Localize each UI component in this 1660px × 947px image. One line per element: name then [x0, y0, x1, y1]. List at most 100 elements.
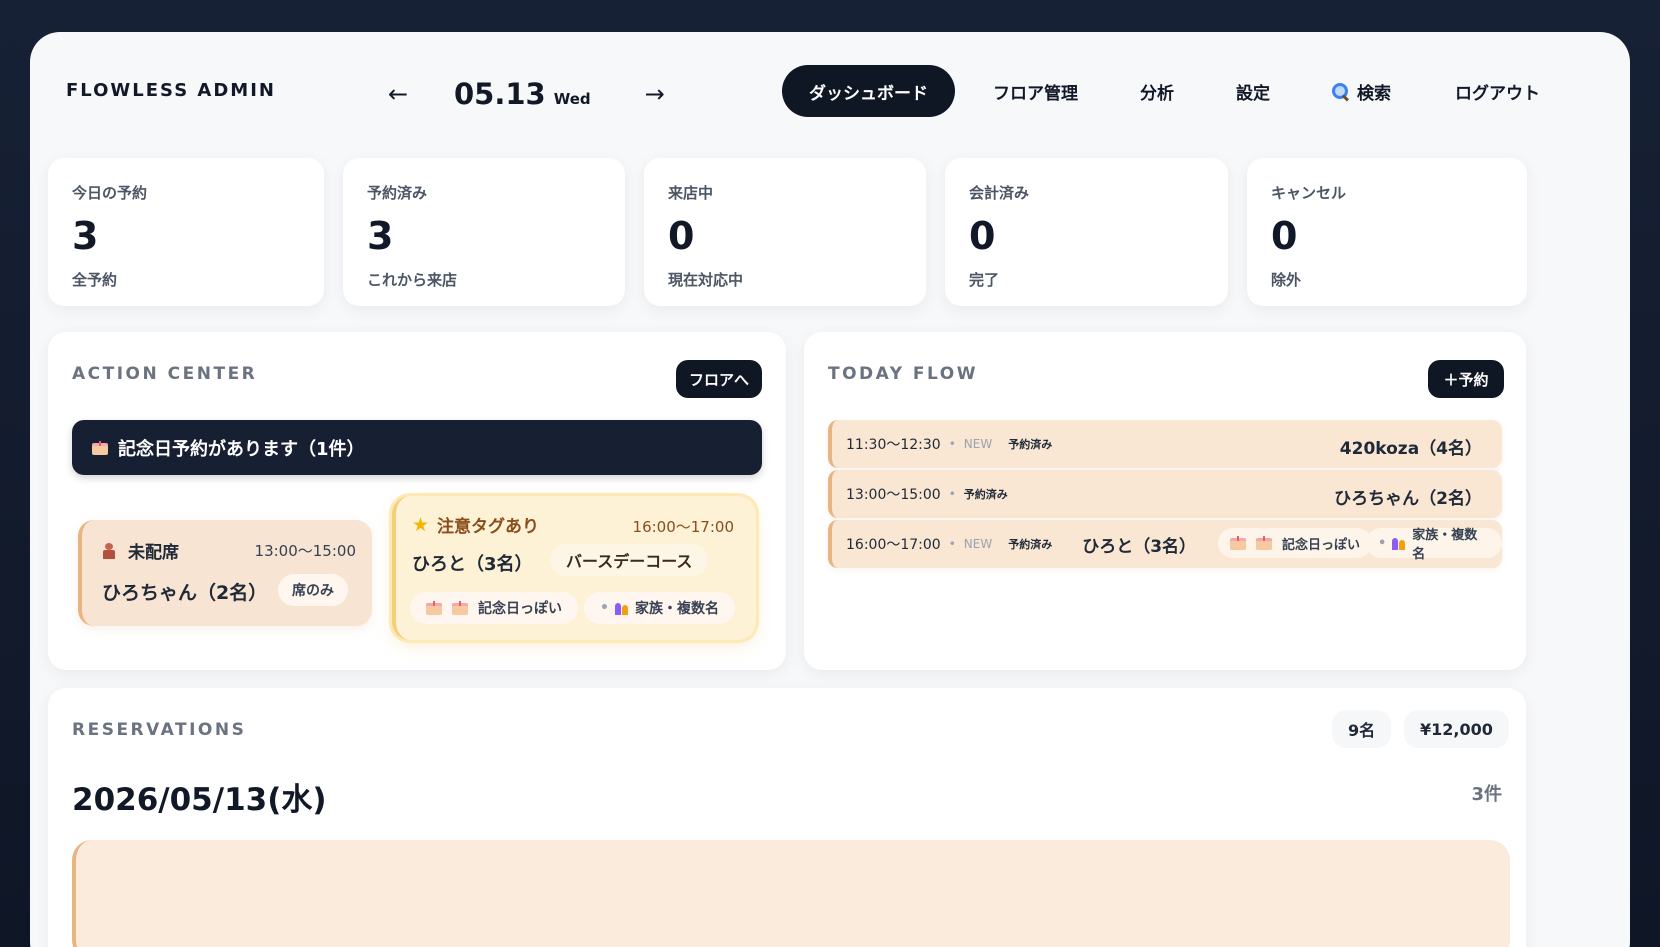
app-window: FLOWLESS ADMIN ← 05.13 Wed → ダッシュボード フロア…: [30, 32, 1630, 947]
stat-sub: 全予約: [72, 271, 118, 289]
reservation-card[interactable]: [72, 840, 1510, 947]
stat-card-cancelled: キャンセル 0 除外: [1247, 158, 1527, 306]
stat-value: 0: [1271, 214, 1298, 258]
stat-value: 0: [668, 214, 695, 258]
reservations-panel: RESERVATIONS 9名 ¥12,000 2026/05/13(水) 3件: [48, 688, 1526, 947]
cake-icon: [1256, 536, 1272, 550]
reservations-date: 2026/05/13(水): [72, 782, 327, 818]
panel-title: ACTION CENTER: [72, 364, 258, 384]
stat-label: キャンセル: [1271, 184, 1347, 202]
action-center-panel: ACTION CENTER フロアへ 記念日予約があります（1件） 未配席 13…: [48, 332, 786, 670]
reservations-count: 3件: [1471, 784, 1502, 805]
stat-card-paid: 会計済み 0 完了: [945, 158, 1228, 306]
today-flow-panel: TODAY FLOW ＋予約 11:30〜12:30 • NEW 予約済み 42…: [804, 332, 1526, 670]
seat-only-chip: 席のみ: [278, 574, 348, 606]
family-icon: [614, 601, 629, 615]
stat-card-reserved: 予約済み 3 これから来店: [343, 158, 625, 306]
new-badge: NEW: [963, 537, 993, 551]
family-tag-chip: • 家族・複数名: [1366, 528, 1502, 562]
flow-guest-name: ひろと（3名）: [1082, 536, 1197, 557]
nav-search[interactable]: 検索: [1332, 65, 1391, 117]
go-to-floor-button[interactable]: フロアへ: [676, 360, 762, 398]
people-count-badge: 9名: [1332, 710, 1392, 748]
flow-status: 予約済み: [963, 488, 1008, 501]
cake-icon: [1230, 536, 1246, 550]
family-icon: [1392, 536, 1406, 550]
date-navigator: ← 05.13 Wed →: [380, 72, 673, 116]
caution-guest-name: ひろと（3名）: [412, 554, 533, 575]
unseated-time: 13:00〜15:00: [254, 542, 356, 560]
stat-label: 会計済み: [969, 184, 1030, 202]
stat-value: 3: [72, 214, 99, 258]
flow-guest-name: 420koza（4名）: [1339, 439, 1482, 459]
caution-title: ★ 注意タグあり: [412, 512, 540, 538]
brand-logo: FLOWLESS ADMIN: [66, 80, 276, 101]
unseated-guest-name: ひろちゃん（2名）: [102, 582, 268, 604]
cake-icon: [92, 440, 108, 455]
bullet-icon: •: [1378, 535, 1387, 551]
stat-sub: 現在対応中: [668, 271, 744, 289]
flow-row[interactable]: 16:00〜17:00 • NEW 予約済み ひろと（3名） 記念日っぽい • …: [828, 520, 1502, 568]
nav-search-label: 検索: [1357, 83, 1391, 104]
anniversary-tag-label: 記念日っぽい: [478, 601, 562, 617]
unseated-card[interactable]: 未配席 13:00〜15:00 ひろちゃん（2名） 席のみ: [78, 520, 372, 626]
stat-sub: 完了: [969, 271, 1000, 289]
flow-guest-name: ひろちゃん（2名）: [1334, 489, 1482, 509]
unseated-title: 未配席: [102, 538, 179, 563]
separator-dot: •: [948, 437, 956, 451]
stat-value: 3: [367, 214, 394, 258]
stat-card-today: 今日の予約 3 全予約: [48, 158, 324, 306]
caution-title-text: 注意タグあり: [437, 517, 540, 537]
nav-floor[interactable]: フロア管理: [993, 65, 1078, 117]
stat-value: 0: [969, 214, 996, 258]
stat-label: 予約済み: [367, 184, 428, 202]
family-tag-chip: • 家族・複数名: [584, 592, 735, 624]
separator-dot: •: [948, 537, 956, 551]
flow-status: 予約済み: [1008, 438, 1053, 451]
flow-time: 16:00〜17:00: [846, 537, 941, 553]
family-tag-label: 家族・複数名: [634, 601, 719, 617]
amount-badge: ¥12,000: [1404, 710, 1509, 748]
stat-sub: 除外: [1271, 271, 1302, 289]
flow-status: 予約済み: [1008, 538, 1053, 551]
anniversary-tag-chip: 記念日っぽい: [1218, 528, 1373, 558]
caution-tag-card[interactable]: ★ 注意タグあり 16:00〜17:00 ひろと（3名） バースデーコース 記念…: [392, 496, 756, 640]
stat-card-visiting: 来店中 0 現在対応中: [644, 158, 926, 306]
nav-dashboard[interactable]: ダッシュボード: [782, 65, 955, 117]
current-weekday: Wed: [553, 90, 591, 108]
unseated-title-text: 未配席: [128, 543, 179, 563]
add-reservation-button[interactable]: ＋予約: [1428, 360, 1504, 398]
flow-time: 13:00〜15:00: [846, 487, 941, 503]
star-icon: ★: [412, 513, 430, 536]
separator-dot: •: [948, 487, 956, 501]
alert-text: 記念日予約があります（1件）: [118, 438, 365, 460]
caution-time: 16:00〜17:00: [632, 518, 734, 536]
stat-label: 来店中: [668, 184, 714, 202]
nav-analytics[interactable]: 分析: [1140, 65, 1174, 117]
cake-icon: [452, 601, 468, 615]
nav-settings[interactable]: 設定: [1236, 65, 1270, 117]
flow-row[interactable]: 13:00〜15:00 • 予約済み ひろちゃん（2名）: [828, 470, 1502, 518]
top-bar: FLOWLESS ADMIN ← 05.13 Wed → ダッシュボード フロア…: [30, 32, 1630, 152]
anniversary-tag-chip: 記念日っぽい: [410, 592, 578, 624]
main-nav: ダッシュボード フロア管理 分析 設定 検索 ログアウト: [782, 65, 1540, 117]
panel-title: TODAY FLOW: [828, 364, 978, 384]
anniversary-tag-label: 記念日っぽい: [1282, 537, 1361, 553]
next-day-button[interactable]: →: [637, 80, 673, 108]
cake-icon: [426, 601, 442, 615]
birthday-course-chip: バースデーコース: [550, 544, 709, 576]
person-icon: [102, 542, 116, 559]
current-date: 05.13: [454, 77, 546, 111]
anniversary-alert[interactable]: 記念日予約があります（1件）: [72, 420, 762, 475]
flow-time: 11:30〜12:30: [846, 437, 941, 453]
nav-logout[interactable]: ログアウト: [1455, 65, 1540, 117]
stat-sub: これから来店: [367, 271, 458, 289]
prev-day-button[interactable]: ←: [380, 80, 416, 108]
panel-title: RESERVATIONS: [72, 720, 247, 740]
family-tag-label: 家族・複数名: [1412, 528, 1478, 562]
new-badge: NEW: [963, 437, 993, 451]
flow-row[interactable]: 11:30〜12:30 • NEW 予約済み 420koza（4名）: [828, 420, 1502, 468]
bullet-icon: •: [600, 600, 609, 616]
search-icon: [1332, 82, 1349, 100]
stat-label: 今日の予約: [72, 184, 148, 202]
